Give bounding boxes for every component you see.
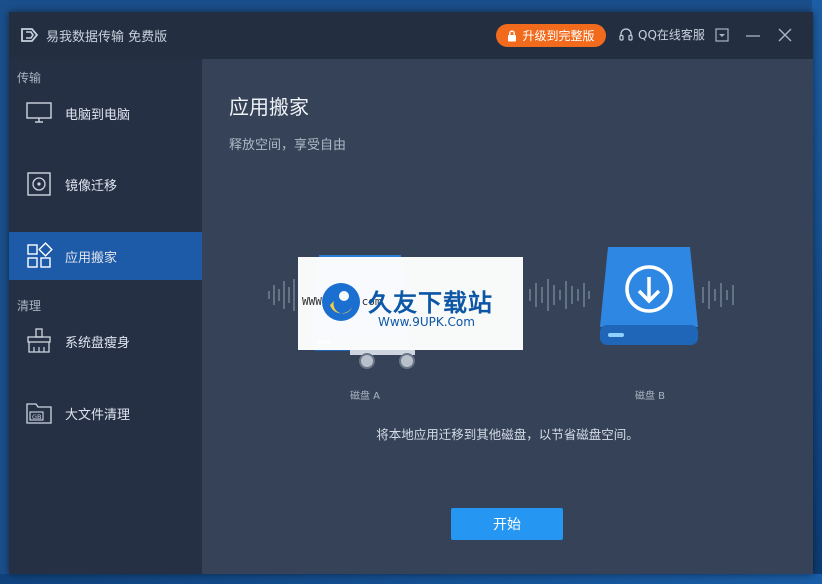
app-logo-icon [21, 28, 39, 42]
sidebar-item-large-file-cleanup[interactable]: GB 大文件清理 [9, 389, 202, 437]
section-label-transfer: 传输 [17, 71, 42, 85]
sidebar-item-label: 电脑到电脑 [65, 107, 131, 123]
section-label-cleanup: 清理 [17, 299, 42, 313]
qq-support-link[interactable]: QQ在线客服 [618, 26, 705, 43]
transfer-wave-mid-decoration [529, 279, 590, 311]
title-bar: 易我数据传输 免费版 升级到完整版 QQ在线客服 [9, 12, 813, 59]
disk-b-icon [600, 247, 698, 345]
disc-image-icon [27, 172, 51, 196]
desktop-background-bottom [0, 574, 822, 584]
disk-b-label: 磁盘 B [635, 391, 666, 402]
monitor-icon [26, 102, 52, 123]
qq-support-label: QQ在线客服 [638, 28, 705, 42]
feature-description: 将本地应用迁移到其他磁盘，以节省磁盘空间。 [376, 427, 639, 442]
disk-a-label: 磁盘 A [350, 391, 381, 402]
sidebar-item-app-migration[interactable]: 应用搬家 [9, 232, 202, 280]
watermark-brand: 久友下载站 [368, 289, 493, 317]
main-panel: 应用搬家 释放空间，享受自由 磁盘 A 磁盘 B 久友下载站 Www.9UPK.… [202, 59, 813, 574]
upgrade-label: 升级到完整版 [522, 29, 595, 43]
svg-text:GB: GB [32, 413, 42, 421]
sidebar-item-image-migration[interactable]: 镜像迁移 [9, 160, 202, 208]
sidebar-item-pc-to-pc[interactable]: 电脑到电脑 [9, 89, 202, 137]
page-title: 应用搬家 [229, 95, 309, 119]
page-subtitle: 释放空间，享受自由 [229, 138, 347, 153]
transfer-wave-right-decoration [702, 281, 734, 309]
app-title: 易我数据传输 免费版 [46, 30, 168, 45]
sidebar-item-system-disk-slim[interactable]: 系统盘瘦身 [9, 317, 202, 365]
apps-grid-icon [27, 242, 53, 268]
broom-icon [27, 328, 51, 353]
close-icon[interactable] [774, 24, 796, 46]
sidebar-item-label: 系统盘瘦身 [65, 335, 131, 351]
upgrade-button[interactable]: 升级到完整版 [496, 24, 606, 47]
sidebar: 传输 电脑到电脑 镜像迁移 应用搬家 清理 系统盘瘦身 GB 大文件清理 [9, 59, 202, 574]
sidebar-item-label: 镜像迁移 [65, 178, 118, 194]
dropdown-menu-icon[interactable] [711, 24, 733, 46]
headset-icon [619, 27, 633, 41]
large-file-folder-icon: GB [26, 403, 52, 424]
watermark-logo-icon [322, 283, 360, 321]
app-window: 易我数据传输 免费版 升级到完整版 QQ在线客服 传输 电脑到电脑 镜像迁移 应… [9, 12, 813, 574]
watermark-overlay: WWW.9UPK.com 久友下载站 Www.9UPK.Com [298, 257, 523, 350]
sidebar-item-label: 应用搬家 [65, 250, 118, 266]
lock-icon [508, 29, 517, 41]
desktop-background [812, 0, 822, 584]
sidebar-item-label: 大文件清理 [65, 407, 131, 423]
watermark-url-bottom: Www.9UPK.Com [378, 315, 475, 329]
minimize-icon[interactable] [742, 24, 764, 46]
start-button[interactable]: 开始 [451, 508, 563, 540]
